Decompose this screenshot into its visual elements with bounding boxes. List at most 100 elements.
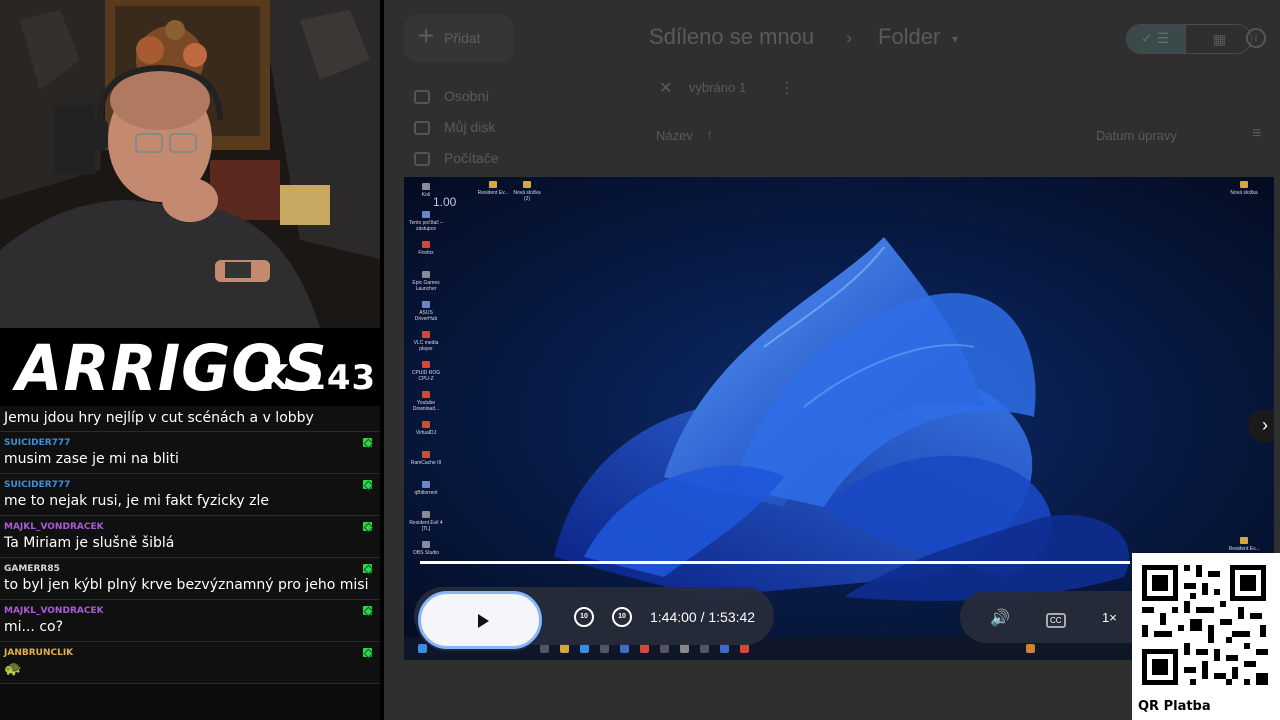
chat-message: JANBRUNCLIK 🐢 [0,642,380,684]
desktop-icon[interactable]: Nová složka (2) [510,181,544,202]
play-icon [478,614,489,628]
cpuz-icon [422,361,430,368]
time-display: 1:44:00 / 1:53:42 [650,609,756,625]
desktop-icon[interactable]: qBittorrent [409,481,443,496]
taskbar-app-icon[interactable] [540,644,549,653]
chat-message: SUICIDER777 me to nejak rusi, je mi fakt… [0,474,380,516]
obs-icon [422,541,430,548]
desktop-icon[interactable]: Koš [409,183,443,198]
taskbar-app-icon[interactable] [640,644,649,653]
qr-label: QR Platba [1138,699,1211,714]
seek-bar[interactable] [420,561,1130,564]
list-view-button[interactable]: ✓ ☰ [1127,25,1185,53]
chat-message-text: musim zase je mi na bliti [4,451,179,467]
platform-badge-icon [363,606,372,615]
chat-message: MAJKL_VONDRACEK mi... co? [0,600,380,642]
home-icon [414,90,430,105]
sort-arrow-up-icon[interactable]: ↑ [706,126,713,142]
chat-message: GAMERR85 to byl jen kýbl plný krve bezvý… [0,558,380,600]
nav-item-my-drive[interactable]: Můj disk [414,119,495,136]
forward-10-button[interactable]: 10 [612,607,632,627]
chat-message: MAJKL_VONDRACEK Ta Miriam je slušně šibl… [0,516,380,558]
epic-games-icon [422,271,430,278]
taskbar-app-icon[interactable] [680,644,689,653]
start-icon[interactable] [418,644,427,653]
taskbar-app-icon[interactable] [620,644,629,653]
edge-icon[interactable] [580,644,589,653]
view-toggle: ✓ ☰ ▦ [1126,24,1252,54]
nav-item-computers[interactable]: Počítače [414,150,498,167]
desktop-icon[interactable]: Nová složka [1227,181,1261,196]
desktop-icon[interactable]: Epic Games Launcher [409,271,443,292]
next-file-button[interactable]: › [1248,409,1274,443]
firefox-icon [422,241,430,248]
file-explorer-icon[interactable] [560,644,569,653]
desktop-icon[interactable]: Youtube Download... [409,391,443,412]
breadcrumb-shared[interactable]: Sdíleno se mnou [649,24,814,50]
qr-payment-box: QR Platba [1132,553,1280,720]
desktop-icon[interactable]: Resident Ev... [1227,537,1261,552]
playback-speed-button[interactable]: 1× [1102,610,1117,625]
column-header-name[interactable]: Název [656,128,693,143]
close-selection-icon[interactable]: ✕ [659,78,672,98]
taskbar-app-icon[interactable] [720,644,729,653]
add-new-button[interactable]: Přidat [404,12,514,62]
chat-pinned-message: Jemu jdou hry nejlíp v cut scénách a v l… [0,406,380,432]
taskbar-app-icon[interactable] [740,644,749,653]
more-options-icon[interactable]: ⋮ [779,78,795,98]
desktop-icon[interactable]: VLC media player [409,331,443,352]
rewind-10-button[interactable]: 10 [574,607,594,627]
chat-username: SUICIDER777 [4,438,71,448]
desktop-icon[interactable]: VirtualDJ [409,421,443,436]
desktop-icon[interactable]: CPUID ROG CPU-Z [409,361,443,382]
taskbar-app-icon[interactable] [700,644,709,653]
chat-username: MAJKL_VONDRACEK [4,522,104,532]
selection-count: vybráno 1 [689,80,747,95]
weather-icon[interactable] [1026,644,1035,653]
chat-username: MAJKL_VONDRACEK [4,606,104,616]
desktop-icon[interactable]: Resident Evil 4 [TL] [409,511,443,532]
chevron-down-icon[interactable]: ▾ [952,32,958,46]
desktop-icon[interactable]: RamCache III [409,451,443,466]
platform-badge-icon [363,522,372,531]
captions-icon[interactable]: CC [1046,613,1066,628]
sort-options-icon[interactable]: ≡ [1252,125,1261,143]
chat-message-text: mi... co? [4,619,64,635]
stream-panel: ARRIGOS K 143 Jemu jdou hry nejlíp v cut… [0,0,384,720]
chat-message-text: to byl jen kýbl plný krve bezvýznamný pr… [4,577,369,593]
desktop-icon[interactable]: Resident Ev... [476,181,510,196]
breadcrumb-current-folder[interactable]: Folder [878,24,940,50]
volume-icon[interactable]: 🔊 [990,608,1010,628]
chat-message-text: Jemu jdou hry nejlíp v cut scénách a v l… [4,410,314,426]
taskbar-app-icon[interactable] [600,644,609,653]
webcam-feed [0,0,384,328]
desktop-icon[interactable]: OBS Studio [409,541,443,556]
play-button[interactable] [418,591,542,649]
breadcrumb-separator: › [846,28,852,48]
asus-icon [422,301,430,308]
chevron-right-icon: › [1262,415,1268,435]
chat-message: SUICIDER777 musim zase je mi na bliti [0,432,380,474]
chat-message-text: me to nejak rusi, je mi fakt fyzicky zle [4,493,270,509]
resident-evil-icon [422,511,430,518]
desktop-icon[interactable]: Tento počítač – zástupce [409,211,443,232]
desktop-icon[interactable]: ASUS DriverHub [409,301,443,322]
nav-item-label: Osobní [444,88,490,104]
grid-icon: ▦ [1212,31,1227,47]
folder-icon [523,181,531,188]
platform-badge-icon [363,564,372,573]
column-header-modified[interactable]: Datum úpravy [1096,128,1177,143]
platform-badge-icon [363,648,372,657]
grid-view-button[interactable]: ▦ [1185,25,1251,53]
folder-icon [1240,181,1248,188]
list-icon: ✓ ☰ [1141,30,1170,46]
platform-badge-icon [363,438,372,447]
taskbar-app-icon[interactable] [660,644,669,653]
chat-username: SUICIDER777 [4,480,71,490]
vlc-icon [422,331,430,338]
info-icon[interactable]: i [1246,28,1266,48]
desktop-icon[interactable]: Firefox [409,241,443,256]
nav-item-personal[interactable]: Osobní [414,88,490,105]
ramcache-icon [422,451,430,458]
screen: ARRIGOS K 143 Jemu jdou hry nejlíp v cut… [0,0,1280,720]
